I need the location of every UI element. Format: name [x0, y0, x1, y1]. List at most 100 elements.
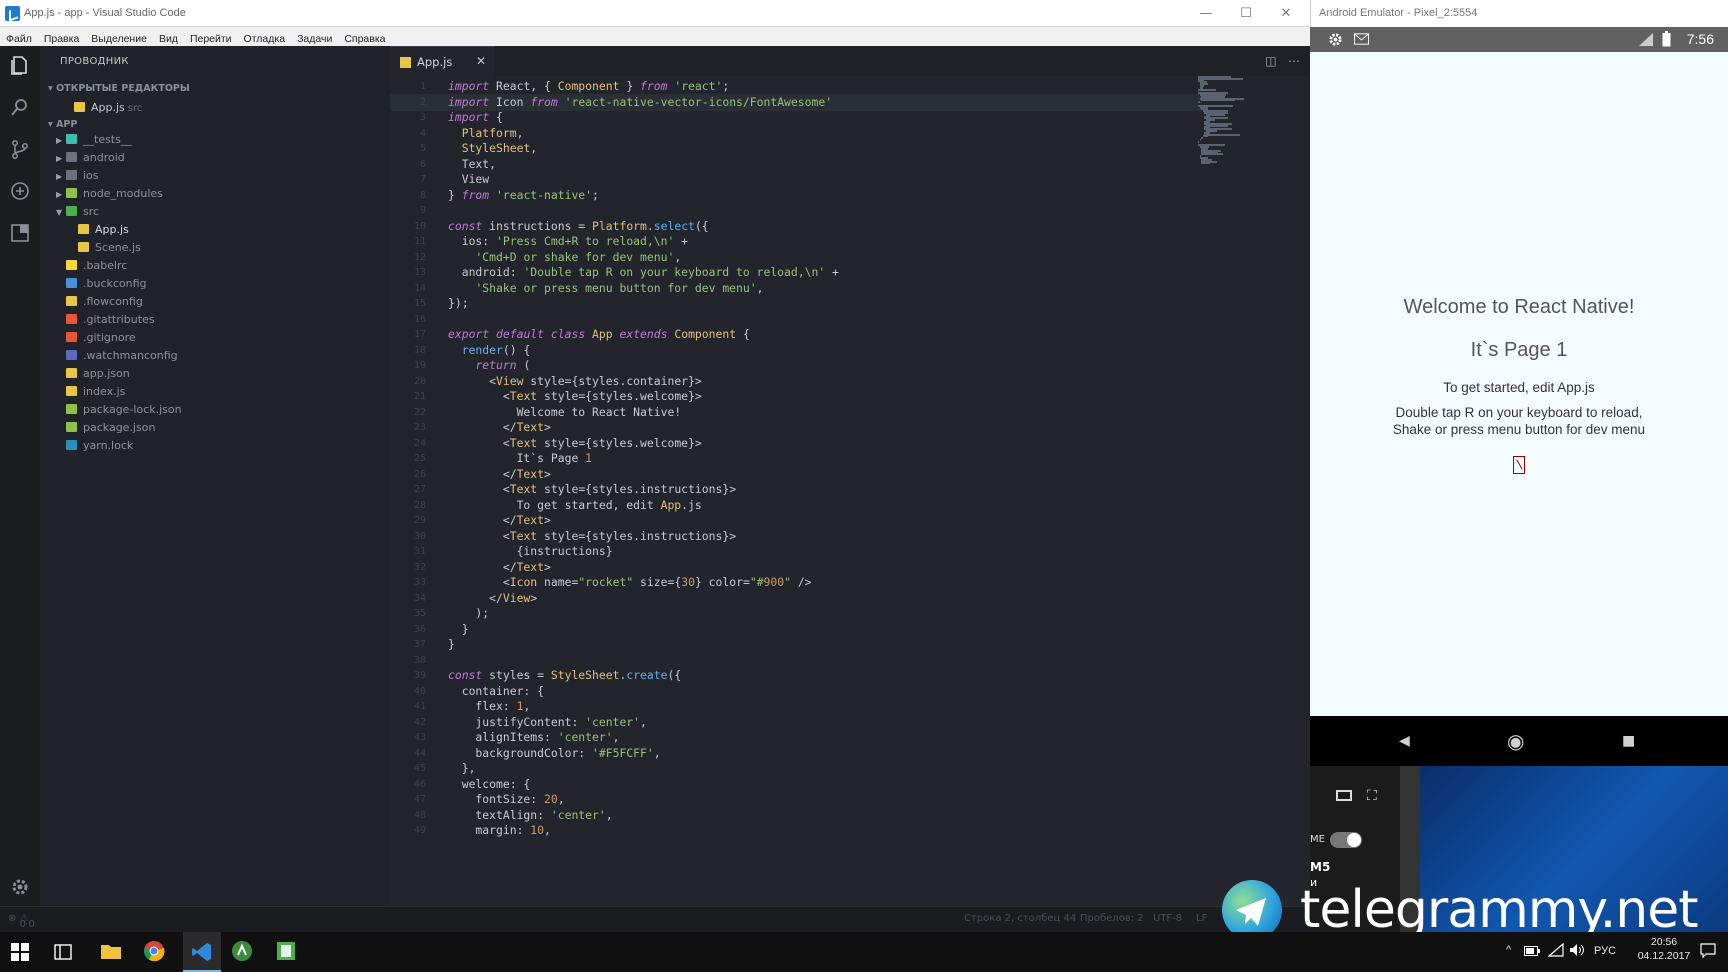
emulator-titlebar: Android Emulator - Pixel_2:5554 [1310, 0, 1728, 27]
code-line: 28 To get started, edit App.js [390, 497, 1090, 514]
tree-item[interactable]: .babelrc [66, 257, 127, 275]
notifications-icon[interactable] [1700, 943, 1716, 958]
line-number: 43 [413, 732, 426, 743]
emulator-app-icon[interactable] [275, 940, 297, 962]
code-line: 10 const instructions = Platform.select({ [390, 218, 1090, 235]
indentation-status[interactable]: Пробелов: 2 [1080, 913, 1144, 924]
code-line: 45 }, [390, 760, 1090, 777]
android-status-bar: 7:56 [1310, 27, 1728, 52]
more-actions-icon[interactable]: ⋯ [1288, 54, 1300, 68]
line-number: 26 [413, 468, 426, 480]
clock[interactable]: 20:56 04.12.2017 [1634, 936, 1694, 962]
tree-item[interactable]: ▶ __tests__ [56, 131, 132, 149]
tree-item[interactable]: package.json [66, 419, 155, 437]
file-explorer-icon[interactable] [100, 940, 122, 962]
code-text: } [448, 637, 455, 651]
tree-item[interactable]: package-lock.json [66, 401, 182, 419]
open-editor-item[interactable]: App.js src [74, 99, 142, 117]
vscode-taskbar-button[interactable] [183, 932, 221, 972]
code-line: 24 <Text style={styles.welcome}> [390, 435, 1090, 452]
code-line: 42 justifyContent: 'center', [390, 714, 1090, 731]
cursor-position[interactable]: Строка 2, столбец 44 [964, 913, 1076, 924]
code-text: Platform, [461, 125, 524, 140]
menubar: Файл Правка Выделение Вид Перейти Отладка Зада… [0, 27, 1310, 46]
tree-item[interactable]: .gitignore [66, 329, 136, 347]
tree-item[interactable]: Scene.js [78, 239, 141, 257]
tree-item[interactable]: ▶ ios [56, 167, 99, 185]
vscode-titlebar: App.js - app - Visual Studio Code — ☐ ✕ [0, 0, 1310, 27]
maximize-icon[interactable]: ☐ [1226, 0, 1266, 27]
open-editors-header[interactable]: ▾ ОТКРЫТЫЕ РЕДАКТОРЫ [48, 83, 190, 94]
tree-item[interactable]: ▼ src [56, 203, 99, 221]
tree-item[interactable]: .flowconfig [66, 293, 143, 311]
tree-item[interactable]: ▶ node_modules [56, 185, 163, 203]
minimize-icon[interactable]: — [1186, 0, 1226, 27]
close-icon[interactable]: ✕ [1266, 0, 1306, 27]
tree-item-label: app.json [83, 367, 130, 380]
overview-icon[interactable]: ■ [1622, 733, 1635, 749]
encoding-status[interactable]: UTF-8 [1153, 913, 1182, 924]
tab-app-js[interactable]: App.js ✕ [390, 46, 495, 76]
tree-item[interactable]: App.js [78, 221, 129, 239]
tree-item[interactable]: yarn.lock [66, 437, 133, 455]
back-icon[interactable]: ◀ [1399, 733, 1410, 749]
code-text: margin: 10, [448, 823, 551, 837]
line-number: 25 [413, 453, 426, 464]
explorer-icon[interactable] [9, 54, 31, 76]
home-icon[interactable]: ◉ [1507, 729, 1524, 753]
tree-item[interactable]: app.json [66, 365, 130, 383]
split-editor-icon[interactable]: ◫ [1265, 54, 1276, 68]
activity-bar [0, 46, 40, 906]
line-number: 19 [413, 360, 426, 371]
code-text: <Text style={styles.instructions}> [448, 482, 737, 496]
code-line: 9 [390, 202, 1090, 219]
line-number: 11 [413, 236, 426, 247]
instructions-line-1: Double tap R on your keyboard to reload, [1395, 405, 1643, 420]
minimap[interactable] [1198, 76, 1258, 166]
android-studio-icon[interactable] [231, 940, 253, 962]
fullscreen-icon[interactable]: ⛶ [1367, 788, 1377, 804]
minimap-line [1201, 153, 1223, 156]
source-control-icon[interactable] [9, 138, 31, 160]
code-line: 27 <Text style={styles.instructions}> [390, 481, 1090, 498]
code-text: 'Shake or press menu button for dev menu… [475, 280, 764, 295]
tree-item-label: src [83, 205, 100, 218]
settings-gear-icon[interactable] [9, 876, 31, 898]
code-line: 43 alignItems: 'center', [390, 729, 1090, 746]
src-folder-icon [66, 206, 77, 216]
code-line: 5 StyleSheet, [390, 140, 1090, 157]
language-indicator[interactable]: РУС [1594, 945, 1616, 957]
volume-icon[interactable] [1569, 943, 1585, 957]
minimap-line [1198, 140, 1199, 143]
minimap-line [1199, 139, 1201, 141]
tree-item[interactable]: index.js [66, 383, 125, 401]
window-mode-icon[interactable] [1336, 790, 1352, 801]
toggle-switch[interactable] [1330, 832, 1362, 848]
windows-start-icon[interactable] [11, 943, 29, 961]
extensions-icon[interactable] [9, 222, 31, 244]
tree-item[interactable]: .buckconfig [66, 275, 147, 293]
chrome-icon[interactable] [143, 940, 165, 962]
tree-item[interactable]: .gitattributes [66, 311, 155, 329]
tab-close-icon[interactable]: ✕ [476, 54, 486, 68]
tree-item[interactable]: ▶ android [56, 149, 125, 167]
code-text: </Text> [448, 559, 551, 574]
tree-item[interactable]: .watchmanconfig [66, 347, 178, 365]
wifi-icon[interactable] [1548, 943, 1564, 957]
code-editor[interactable]: 1 import React, { Component } from 'react… [390, 76, 1310, 906]
tray-chevron-icon[interactable]: ^ [1506, 944, 1511, 956]
tree-item-label: __tests__ [83, 133, 132, 146]
line-number: 13 [413, 267, 426, 278]
code-text: }); [448, 296, 469, 310]
app-screen: Welcome to React Native! It`s Page 1 To … [1310, 52, 1728, 716]
problems-indicator[interactable]: ⊗ 0 ⚠ 0 [8, 913, 35, 930]
code-text: Welcome to React Native! [448, 404, 682, 419]
battery-tray-icon[interactable] [1524, 945, 1540, 957]
search-icon[interactable] [9, 96, 31, 118]
debug-icon[interactable] [9, 180, 31, 202]
task-view-icon[interactable] [54, 944, 72, 960]
project-header[interactable]: ▾ APP [48, 119, 77, 130]
flow-icon [66, 296, 77, 306]
eol-status[interactable]: LF [1196, 913, 1207, 924]
code-line: 36 } [390, 621, 1090, 638]
